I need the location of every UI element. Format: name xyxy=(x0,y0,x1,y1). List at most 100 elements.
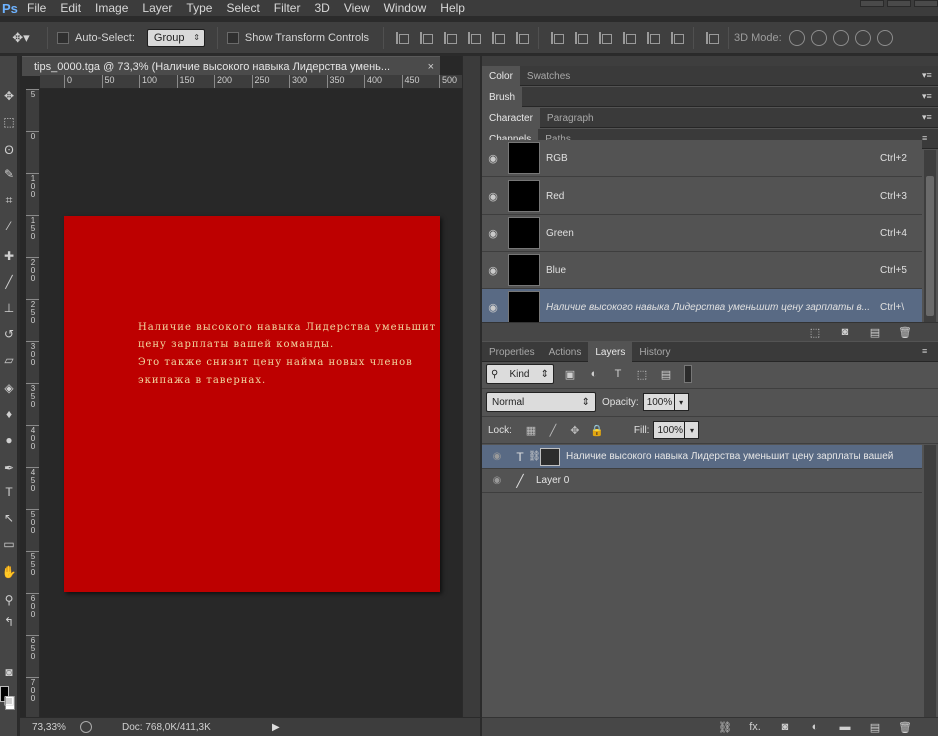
minimize-button[interactable] xyxy=(860,0,884,7)
tab-paragraph[interactable]: Paragraph xyxy=(540,108,601,128)
tab-history[interactable]: History xyxy=(632,342,677,362)
3d-slide-icon[interactable] xyxy=(854,29,871,46)
lock-pixels-icon[interactable]: ╱ xyxy=(546,423,560,437)
document-tab[interactable]: tips_0000.tga @ 73,3% (Наличие высокого … xyxy=(22,56,440,76)
menu-type[interactable]: Type xyxy=(179,1,219,15)
channels-scrollbar[interactable] xyxy=(924,150,936,322)
channel-row-green[interactable]: ◉ Green Ctrl+4 xyxy=(482,215,922,252)
history-brush-tool-icon[interactable]: ↺ xyxy=(0,324,18,344)
trash-icon[interactable]: 🗑 xyxy=(894,720,916,734)
fill-input[interactable]: 100% xyxy=(653,421,686,439)
eye-icon[interactable]: ◉ xyxy=(482,227,504,240)
type-tool-icon[interactable]: T xyxy=(0,482,18,502)
trash-icon[interactable]: 🗑 xyxy=(894,325,916,339)
distribute-left-icon[interactable] xyxy=(620,30,637,46)
channel-row-rgb[interactable]: ◉ RGB Ctrl+2 xyxy=(482,140,922,177)
chevron-down-icon[interactable]: ▾ xyxy=(674,393,689,411)
eraser-tool-icon[interactable]: ▱ xyxy=(0,350,18,370)
3d-pan-icon[interactable] xyxy=(832,29,849,46)
zoom-level[interactable]: 73,33% xyxy=(20,722,80,733)
quick-select-tool-icon[interactable]: ✎ xyxy=(0,164,18,184)
auto-align-icon[interactable] xyxy=(703,30,720,46)
save-selection-icon[interactable]: ◙ xyxy=(834,325,856,339)
image-filter-icon[interactable]: ▣ xyxy=(562,366,578,382)
panel-menu-icon[interactable]: ≡ xyxy=(922,133,934,143)
channel-row-blue[interactable]: ◉ Blue Ctrl+5 xyxy=(482,252,922,289)
status-menu-arrow-icon[interactable]: ▶ xyxy=(272,722,280,733)
adjustment-filter-icon[interactable]: ◐ xyxy=(586,366,602,382)
tab-character[interactable]: Character xyxy=(482,108,540,128)
lock-position-icon[interactable]: ✥ xyxy=(568,423,582,437)
stamp-tool-icon[interactable]: ⊥ xyxy=(0,298,18,318)
status-info-icon[interactable] xyxy=(80,721,92,733)
menu-layer[interactable]: Layer xyxy=(135,1,179,15)
menu-view[interactable]: View xyxy=(337,1,377,15)
gradient-tool-icon[interactable]: ◈ xyxy=(0,378,18,398)
distribute-vcenter-icon[interactable] xyxy=(572,30,589,46)
align-vcenter-icon[interactable] xyxy=(417,30,434,46)
menu-filter[interactable]: Filter xyxy=(267,1,308,15)
panel-menu-icon[interactable]: ▾≡ xyxy=(922,70,934,81)
path-select-tool-icon[interactable]: ↖ xyxy=(0,508,18,528)
tab-color[interactable]: Color xyxy=(482,66,520,86)
align-bottom-icon[interactable] xyxy=(441,30,458,46)
menu-file[interactable]: File xyxy=(20,1,53,15)
align-hcenter-icon[interactable] xyxy=(489,30,506,46)
fx-icon[interactable]: fx. xyxy=(744,720,766,734)
tab-properties[interactable]: Properties xyxy=(482,342,542,362)
pen-tool-icon[interactable]: ✒ xyxy=(0,458,18,478)
align-left-icon[interactable] xyxy=(465,30,482,46)
new-layer-icon[interactable]: ▤ xyxy=(864,720,886,734)
zoom-tool-icon[interactable]: ⚲ xyxy=(0,590,18,610)
healing-tool-icon[interactable]: ✚ xyxy=(0,246,18,266)
layer-row-layer0[interactable]: ◉ ╱ Layer 0 xyxy=(482,469,922,493)
close-window-button[interactable] xyxy=(914,0,938,7)
3d-scale-icon[interactable] xyxy=(876,29,893,46)
chevron-down-icon[interactable]: ▾ xyxy=(685,421,700,439)
crop-tool-icon[interactable]: ⌗ xyxy=(0,190,18,210)
kind-filter-dropdown[interactable]: ⚲ Kind ⇕ xyxy=(486,364,554,384)
add-mask-icon[interactable]: ◙ xyxy=(774,720,796,734)
eye-icon[interactable]: ◉ xyxy=(482,301,504,314)
type-filter-icon[interactable]: T xyxy=(610,366,626,382)
screen-mode-icon[interactable]: ▣ xyxy=(0,690,18,710)
panel-menu-icon[interactable]: ▾≡ xyxy=(922,91,934,102)
swap-colors-icon[interactable]: ↰ xyxy=(0,612,18,632)
menu-select[interactable]: Select xyxy=(219,1,266,15)
channel-row-text-mask[interactable]: ◉ Наличие высокого навыка Лидерства умен… xyxy=(482,289,922,326)
panel-menu-icon[interactable]: ≡ xyxy=(922,346,934,356)
tab-actions[interactable]: Actions xyxy=(542,342,589,362)
blur-tool-icon[interactable]: ♦ xyxy=(0,404,18,424)
move-tool-icon[interactable]: ✥▾ xyxy=(0,26,42,50)
layers-scrollbar[interactable] xyxy=(924,445,936,717)
panel-menu-icon[interactable]: ▾≡ xyxy=(922,112,934,123)
tab-brush[interactable]: Brush xyxy=(482,87,523,107)
new-group-icon[interactable]: ▬ xyxy=(834,720,856,734)
eye-icon[interactable]: ◉ xyxy=(482,264,504,277)
auto-select-dropdown[interactable]: Group ⇕ xyxy=(146,28,205,47)
brush-tool-icon[interactable]: ╱ xyxy=(0,272,18,292)
panel-dock-header[interactable] xyxy=(482,56,938,66)
quick-mask-icon[interactable]: ◙ xyxy=(0,662,18,682)
channel-row-red[interactable]: ◉ Red Ctrl+3 xyxy=(482,178,922,215)
shape-filter-icon[interactable]: ⬚ xyxy=(634,366,650,382)
align-right-icon[interactable] xyxy=(513,30,530,46)
scrollbar-thumb[interactable] xyxy=(926,176,934,316)
layer-row-text[interactable]: ◉ T ⛓ Наличие высокого навыка Лидерства … xyxy=(482,445,922,469)
document-scrollbar[interactable] xyxy=(462,56,480,736)
blend-mode-dropdown[interactable]: Normal ⇕ xyxy=(486,392,596,412)
move-tool-icon[interactable]: ✥ xyxy=(0,86,18,106)
shape-tool-icon[interactable]: ▭ xyxy=(0,534,18,554)
eye-icon[interactable]: ◉ xyxy=(482,451,512,462)
3d-rotate-icon[interactable] xyxy=(788,29,805,46)
new-channel-icon[interactable]: ▤ xyxy=(864,325,886,339)
maximize-button[interactable] xyxy=(887,0,911,7)
eye-icon[interactable]: ◉ xyxy=(482,152,504,165)
link-layers-icon[interactable]: ⛓ xyxy=(714,720,736,734)
lasso-tool-icon[interactable]: ʘ xyxy=(0,140,18,160)
distribute-top-icon[interactable] xyxy=(548,30,565,46)
opacity-input[interactable]: 100% xyxy=(642,393,675,411)
3d-roll-icon[interactable] xyxy=(810,29,827,46)
menu-help[interactable]: Help xyxy=(433,1,472,15)
eyedropper-tool-icon[interactable]: ⁄ xyxy=(0,216,18,236)
